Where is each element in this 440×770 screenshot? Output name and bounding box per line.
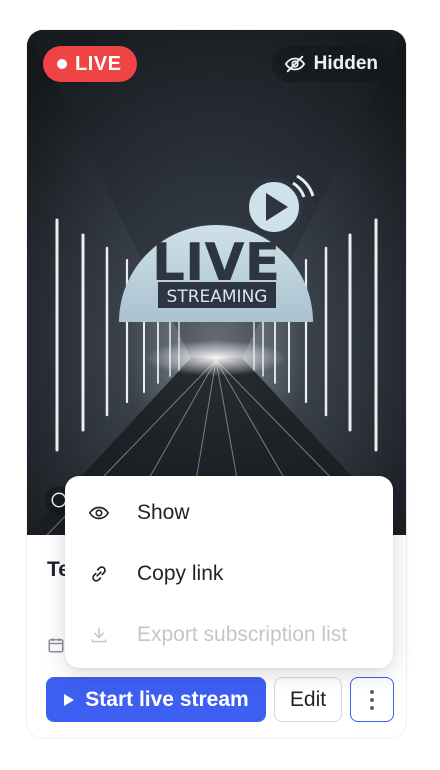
start-live-stream-button[interactable]: Start live stream (46, 677, 266, 722)
link-icon (87, 562, 111, 586)
more-options-menu: Show Copy link Export subscription list (65, 476, 393, 668)
stream-schedule (47, 636, 65, 654)
menu-item-label: Export subscription list (137, 622, 348, 646)
menu-item-copy-link[interactable]: Copy link (65, 543, 393, 604)
play-icon (63, 693, 75, 707)
menu-item-label: Show (137, 500, 190, 524)
live-badge-label: LIVE (75, 52, 122, 75)
more-options-button[interactable] (350, 677, 394, 722)
eye-off-icon (284, 53, 306, 75)
menu-item-export-subscription-list[interactable]: Export subscription list (65, 604, 393, 665)
more-vertical-icon (369, 688, 375, 712)
visibility-badge-label: Hidden (313, 53, 378, 74)
visibility-badge: Hidden (271, 46, 390, 82)
live-status-badge: LIVE (43, 46, 138, 82)
start-live-stream-label: Start live stream (85, 687, 249, 711)
download-icon (87, 623, 111, 647)
stream-thumbnail[interactable]: LIVE STREAMING LIVE Hidden (27, 30, 406, 535)
menu-item-label: Copy link (137, 561, 224, 585)
thumbnail-image: LIVE STREAMING (27, 30, 406, 535)
card-actions: Start live stream Edit (46, 677, 394, 722)
edit-button[interactable]: Edit (274, 677, 342, 722)
calendar-icon (47, 636, 65, 654)
thumbnail-streaming-text: STREAMING (167, 287, 268, 307)
live-dot-icon (57, 59, 67, 69)
eye-icon (87, 501, 111, 525)
menu-item-show[interactable]: Show (65, 482, 393, 543)
